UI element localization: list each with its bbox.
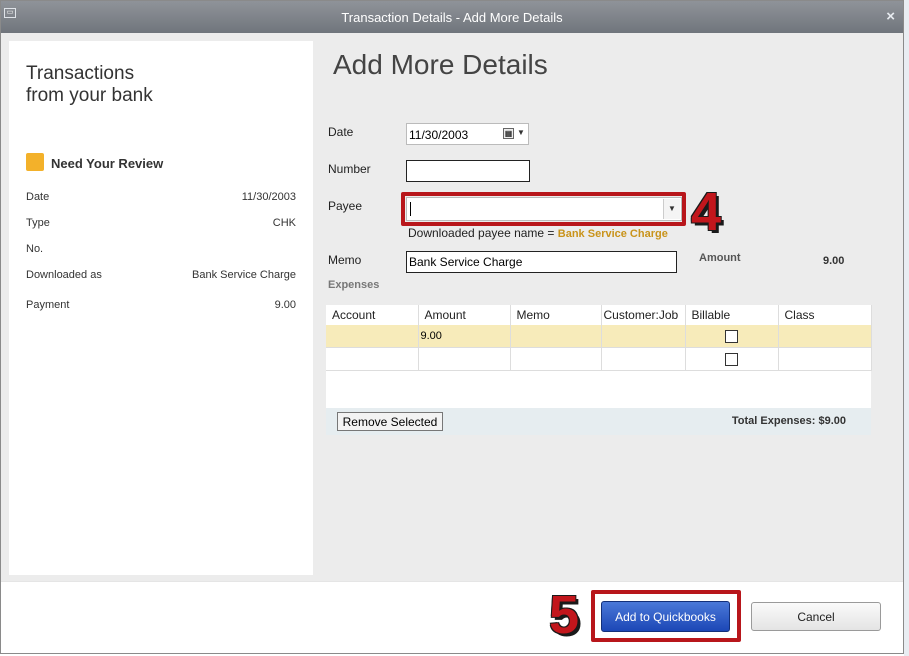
expenses-footer: Remove Selected Total Expenses: $9.00: [326, 408, 871, 435]
cancel-button[interactable]: Cancel: [751, 602, 881, 631]
remove-selected-button[interactable]: Remove Selected: [337, 412, 443, 431]
detail-label: No.: [26, 243, 44, 255]
cell-memo[interactable]: [510, 347, 602, 371]
detail-label: Type: [26, 217, 50, 229]
column-header-customer-job[interactable]: Customer:Job: [601, 305, 686, 325]
detail-value: Bank Service Charge: [192, 269, 296, 281]
chevron-down-icon[interactable]: ▼: [517, 128, 525, 137]
number-label: Number: [328, 162, 371, 176]
table-row[interactable]: [326, 347, 872, 371]
detail-value: 9.00: [274, 299, 296, 311]
cell-class[interactable]: [778, 325, 872, 348]
detail-label: Payment: [26, 299, 70, 311]
details-form: Add More Details Date 11/30/2003 ▦ ▼ Num…: [321, 41, 897, 575]
step4-number: 4: [691, 182, 722, 242]
detail-label: Date: [26, 191, 50, 203]
billable-checkbox[interactable]: [725, 352, 738, 366]
amount-label: Amount: [699, 252, 741, 264]
total-expenses: Total Expenses: $9.00: [731, 415, 846, 427]
panel-title: Transactions from your bank: [26, 63, 153, 106]
column-header-account[interactable]: Account: [326, 305, 419, 325]
column-header-memo[interactable]: Memo: [510, 305, 602, 325]
date-value: 11/30/2003: [409, 128, 469, 142]
detail-value: 11/30/2003: [241, 191, 296, 203]
billable-checkbox[interactable]: [725, 329, 738, 343]
date-field[interactable]: 11/30/2003 ▦ ▼: [406, 123, 529, 145]
review-status-label: Need Your Review: [51, 156, 164, 171]
cell-customer-job[interactable]: [601, 347, 686, 371]
expenses-table: Account Amount Memo Customer:Job Billabl…: [326, 305, 872, 408]
column-header-amount[interactable]: Amount: [418, 305, 511, 325]
title-bar: ▭ Transaction Details - Add More Details…: [1, 1, 903, 33]
cell-billable[interactable]: [685, 347, 779, 371]
background-edge: [904, 0, 909, 656]
column-header-billable[interactable]: Billable: [685, 305, 779, 325]
cell-customer-job[interactable]: [601, 325, 686, 348]
payee-label: Payee: [328, 199, 363, 213]
form-heading: Add More Details: [333, 49, 548, 80]
review-status-icon: [26, 153, 44, 171]
cell-memo[interactable]: [510, 325, 602, 348]
cell-class[interactable]: [778, 347, 872, 371]
downloaded-payee-value: Bank Service Charge: [557, 228, 668, 240]
number-field[interactable]: [406, 160, 530, 182]
cell-billable[interactable]: [685, 325, 779, 348]
table-header-row: Account Amount Memo Customer:Job Billabl…: [326, 305, 872, 325]
downloaded-payee-prefix: Downloaded payee name =: [408, 226, 555, 240]
close-icon[interactable]: ×: [886, 8, 895, 25]
memo-field[interactable]: Bank Service Charge: [406, 251, 677, 273]
add-to-quickbooks-button[interactable]: Add to Quickbooks: [601, 601, 730, 632]
memo-label: Memo: [328, 253, 362, 267]
expenses-tab[interactable]: Expenses: [328, 279, 379, 291]
bank-transaction-panel: Transactions from your bank Need Your Re…: [9, 41, 313, 575]
cell-amount[interactable]: [418, 347, 511, 371]
date-label: Date: [328, 125, 354, 139]
window-title: Transaction Details - Add More Details: [341, 10, 563, 25]
detail-value: CHK: [272, 217, 296, 229]
cell-account[interactable]: [326, 325, 419, 348]
cell-amount[interactable]: 9.00: [418, 325, 511, 348]
column-header-class[interactable]: Class: [778, 305, 872, 325]
calendar-icon[interactable]: ▦: [503, 128, 514, 139]
step4-highlight: [401, 192, 686, 226]
amount-value: 9.00: [823, 255, 845, 267]
downloaded-payee-line: Downloaded payee name = Bank Service Cha…: [408, 226, 668, 240]
cell-account[interactable]: [326, 347, 419, 371]
transaction-details-window: ▭ Transaction Details - Add More Details…: [0, 0, 904, 654]
detail-label: Downloaded as: [26, 269, 102, 281]
step5-number: 5: [549, 585, 580, 645]
table-row[interactable]: 9.00: [326, 325, 872, 348]
